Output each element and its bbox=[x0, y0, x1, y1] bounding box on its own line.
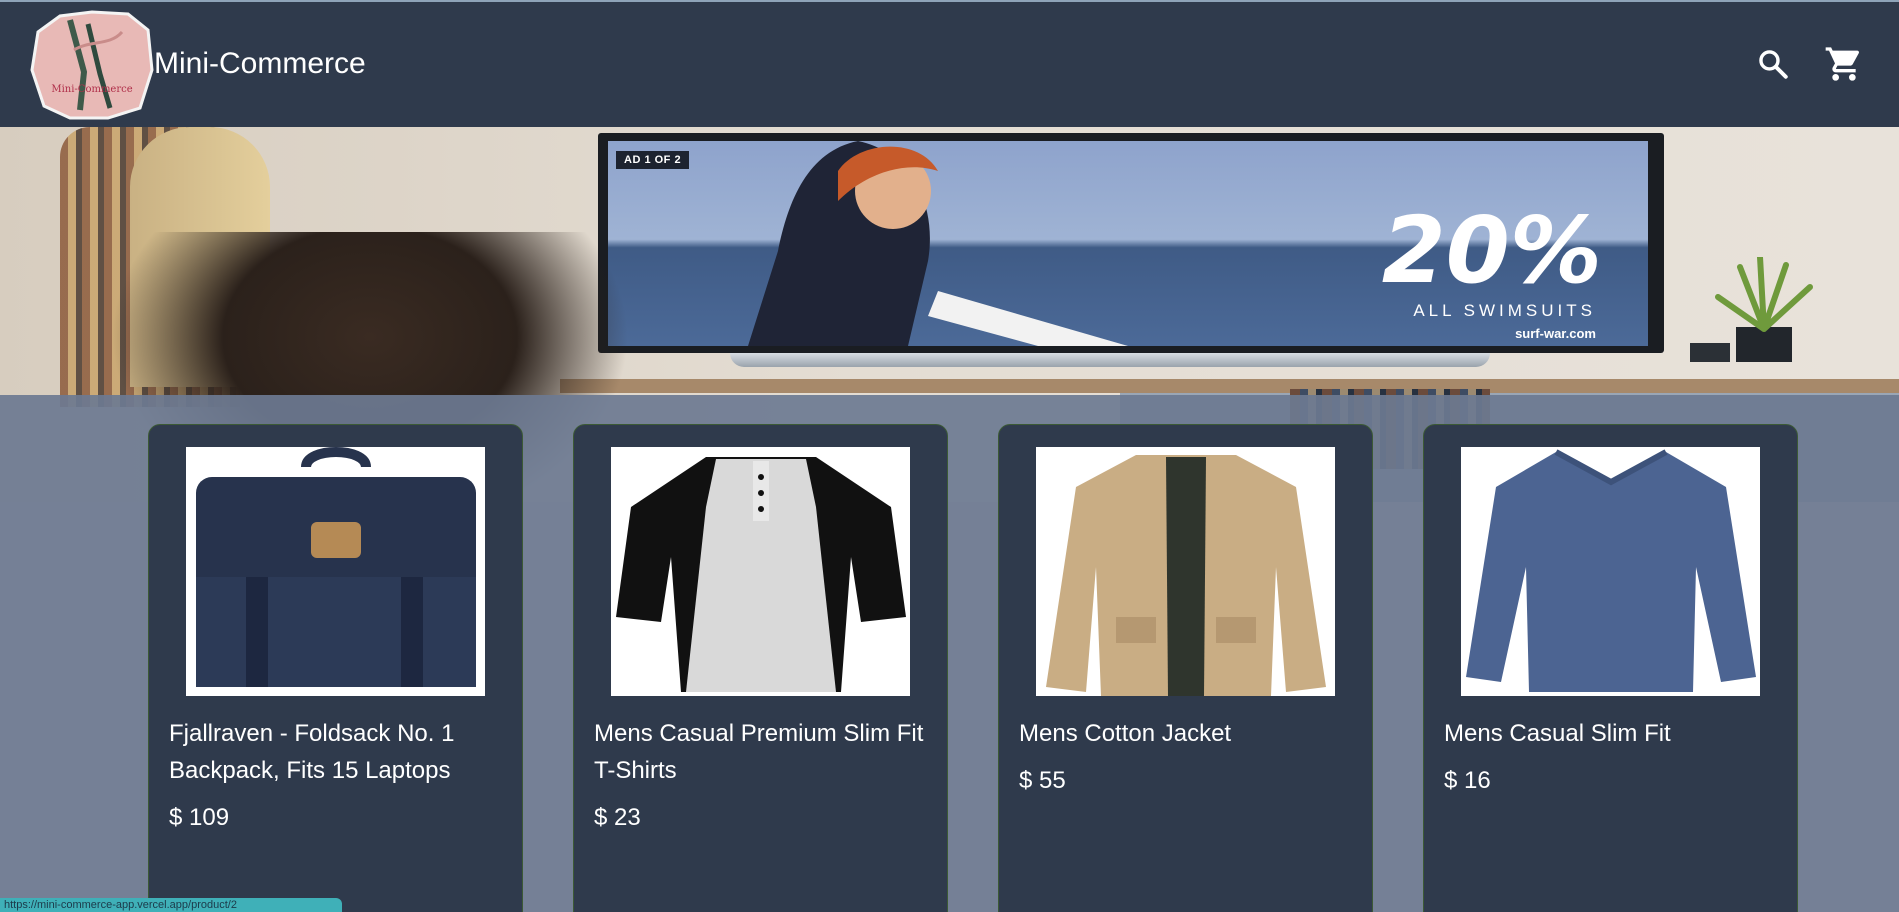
product-title[interactable]: Mens Casual Premium Slim Fit T-Shirts bbox=[594, 715, 929, 789]
product-price: $ 109 bbox=[169, 804, 230, 831]
product-title[interactable]: Mens Cotton Jacket bbox=[1019, 715, 1354, 752]
site-logo[interactable]: Mini-Commerce bbox=[30, 10, 154, 120]
shelf-decor bbox=[560, 379, 1899, 393]
longsleeve-image bbox=[1466, 449, 1756, 692]
cart-button[interactable] bbox=[1822, 42, 1866, 86]
product-image[interactable] bbox=[1036, 447, 1335, 696]
cart-icon bbox=[1825, 47, 1860, 81]
plant-icon bbox=[1690, 257, 1813, 362]
product-price: $ 23 bbox=[594, 804, 641, 831]
product-card[interactable]: Mens Casual Premium Slim Fit T-Shirts $ … bbox=[573, 424, 948, 912]
product-price: $ 16 bbox=[1444, 767, 1491, 794]
product-price: $ 55 bbox=[1019, 767, 1066, 794]
product-card[interactable]: Mens Casual Slim Fit $ 16 bbox=[1423, 424, 1798, 912]
promo-subtitle: ALL SWIMSUITS bbox=[1413, 301, 1596, 320]
product-title[interactable]: Fjallraven - Foldsack No. 1 Backpack, Fi… bbox=[169, 715, 504, 789]
product-card[interactable]: Mens Cotton Jacket $ 55 bbox=[998, 424, 1373, 912]
brand-title[interactable]: Mini-Commerce bbox=[154, 46, 366, 82]
tv-stand bbox=[730, 353, 1490, 367]
product-image[interactable] bbox=[1461, 447, 1760, 696]
product-card[interactable]: Fjallraven - Foldsack No. 1 Backpack, Fi… bbox=[148, 424, 523, 912]
product-title[interactable]: Mens Casual Slim Fit bbox=[1444, 715, 1779, 752]
ad-counter-badge: AD 1 OF 2 bbox=[616, 151, 690, 169]
status-bar-url: https://mini-commerce-app.vercel.app/pro… bbox=[0, 898, 342, 912]
promo-site: surf-war.com bbox=[1515, 326, 1596, 341]
product-image[interactable] bbox=[611, 447, 910, 696]
shirt-image bbox=[616, 457, 906, 692]
product-image[interactable] bbox=[186, 447, 485, 696]
top-app-bar: Mini-Commerce Mini-Commerce bbox=[0, 0, 1899, 127]
promo-percent: 20% bbox=[1381, 197, 1602, 304]
ad-screen[interactable]: AD 1 OF 2 20% ALL SWIMSUITS surf-war.com bbox=[608, 141, 1648, 346]
search-button[interactable] bbox=[1751, 42, 1795, 86]
search-icon bbox=[1759, 50, 1788, 79]
logo-wordmark: Mini-Commerce bbox=[51, 84, 132, 95]
backpack-image bbox=[196, 447, 476, 687]
jacket-image bbox=[1046, 455, 1326, 696]
